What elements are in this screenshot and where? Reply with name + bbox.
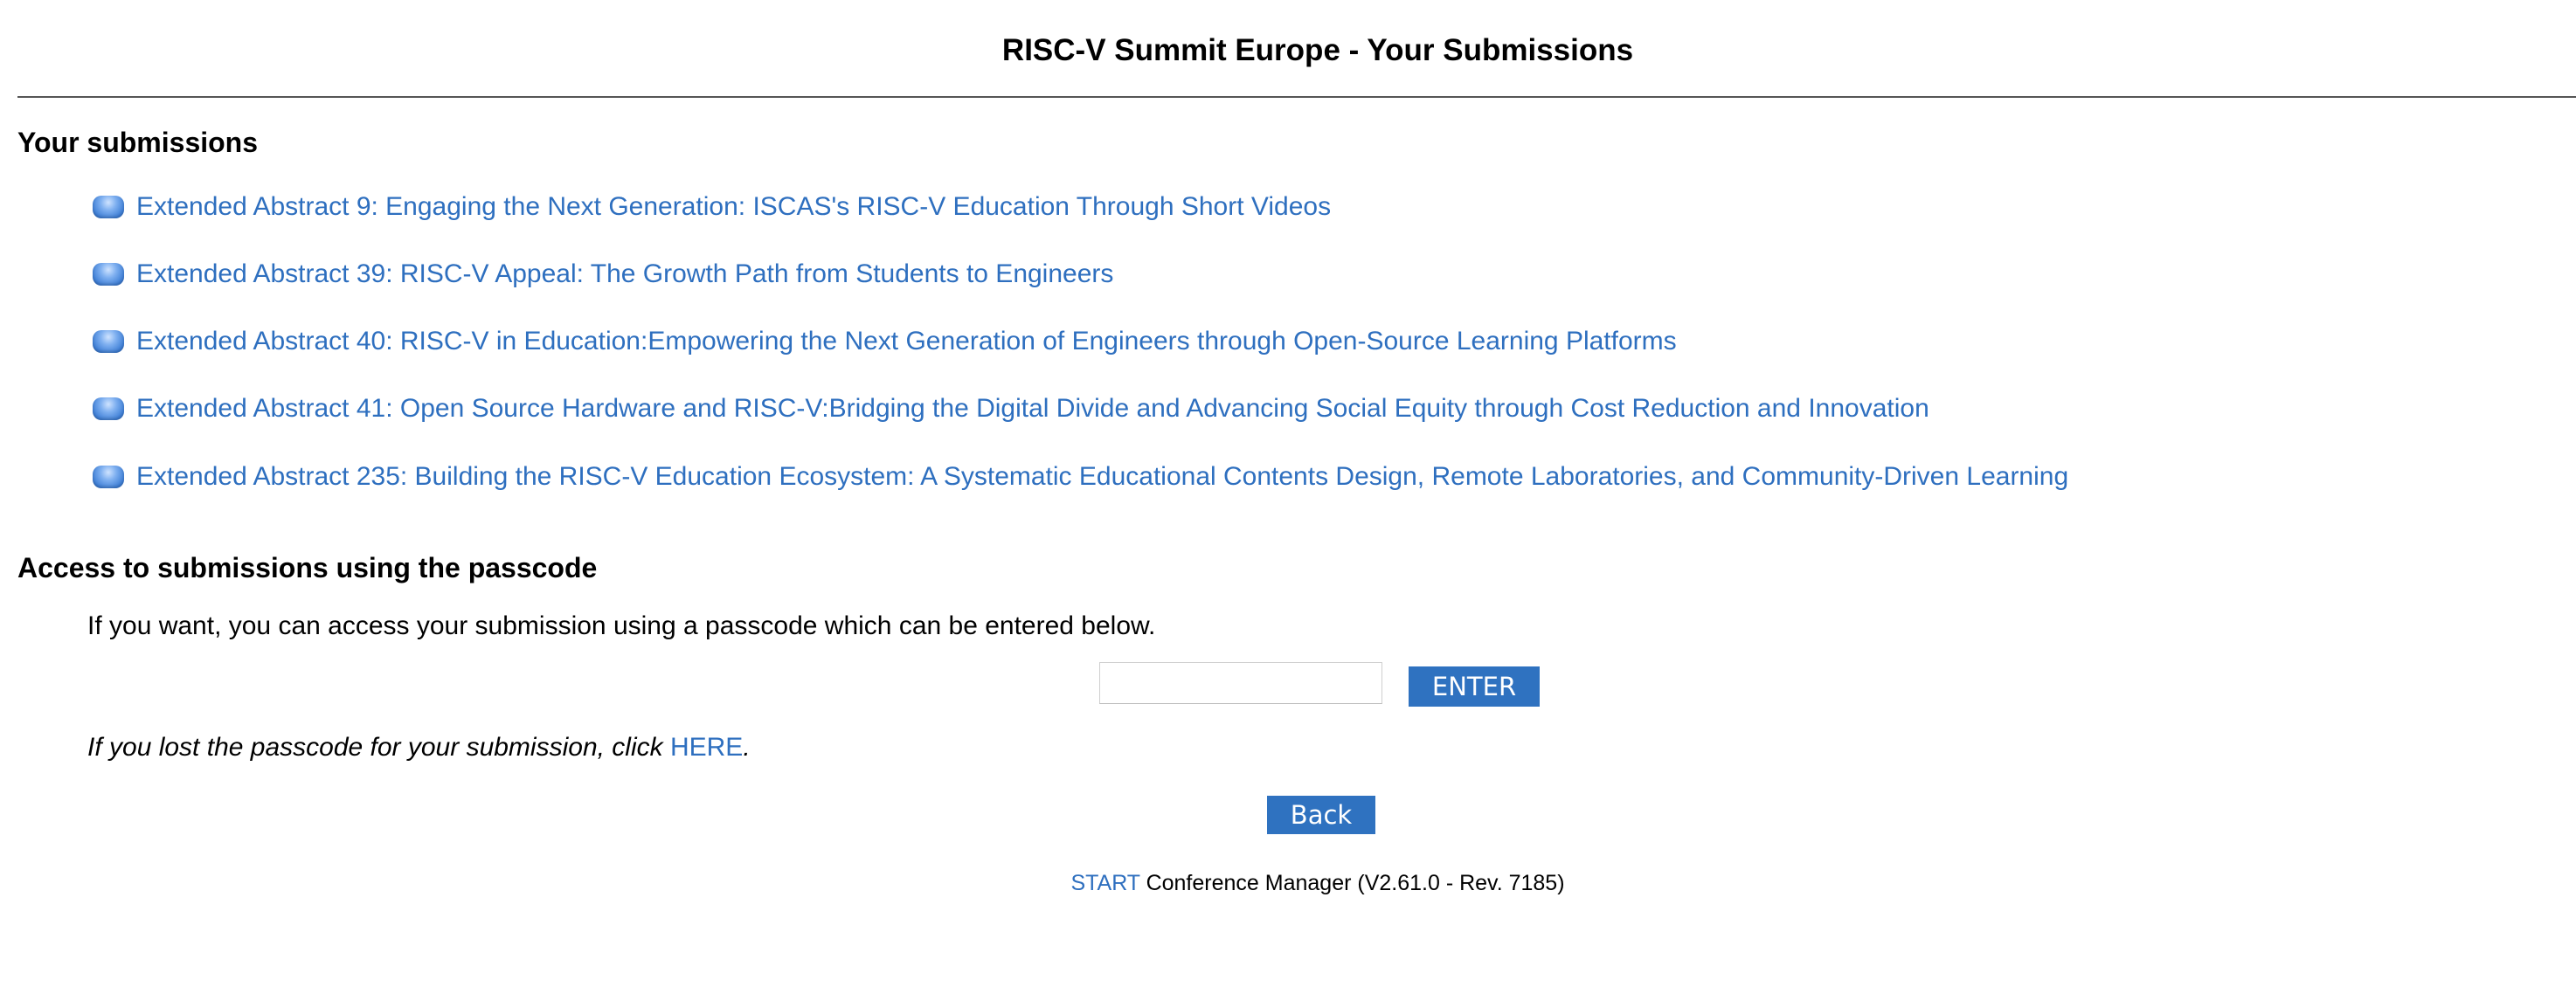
bullet-icon (93, 466, 124, 488)
list-item: Extended Abstract 41: Open Source Hardwa… (93, 391, 1929, 426)
lost-passcode-text: If you lost the passcode for your submis… (87, 731, 751, 764)
submission-link-9[interactable]: Extended Abstract 9: Engaging the Next G… (136, 190, 1331, 224)
here-link[interactable]: HERE (670, 733, 743, 762)
passcode-heading: Access to submissions using the passcode (17, 552, 598, 583)
submission-link-41[interactable]: Extended Abstract 41: Open Source Hardwa… (136, 391, 1929, 426)
list-item: Extended Abstract 235: Building the RISC… (93, 459, 2068, 494)
list-item: Extended Abstract 39: RISC-V Appeal: The… (93, 257, 1113, 292)
list-item: Extended Abstract 9: Engaging the Next G… (93, 190, 1331, 224)
passcode-form: ENTER (0, 659, 2576, 708)
bullet-icon (93, 397, 124, 420)
bullet-icon (93, 196, 124, 218)
footer: START Conference Manager (V2.61.0 - Rev.… (0, 868, 2576, 898)
passcode-intro-text: If you want, you can access your submiss… (87, 611, 1156, 640)
start-link[interactable]: START (1070, 871, 1139, 895)
submission-link-235[interactable]: Extended Abstract 235: Building the RISC… (136, 459, 2068, 494)
passcode-input[interactable] (1099, 662, 1382, 704)
submission-link-40[interactable]: Extended Abstract 40: RISC-V in Educatio… (136, 324, 1677, 359)
bullet-icon (93, 263, 124, 286)
footer-version-text: Conference Manager (V2.61.0 - Rev. 7185) (1139, 871, 1565, 895)
list-item: Extended Abstract 40: RISC-V in Educatio… (93, 324, 1677, 359)
lost-passcode-label: If you lost the passcode for your submis… (87, 733, 670, 762)
bullet-icon (93, 330, 124, 353)
lost-passcode-suffix: . (743, 733, 751, 762)
back-button[interactable]: Back (1267, 796, 1375, 834)
submission-link-39[interactable]: Extended Abstract 39: RISC-V Appeal: The… (136, 257, 1113, 292)
enter-button[interactable]: ENTER (1409, 666, 1540, 707)
submission-list: Extended Abstract 9: Engaging the Next G… (0, 0, 2576, 524)
